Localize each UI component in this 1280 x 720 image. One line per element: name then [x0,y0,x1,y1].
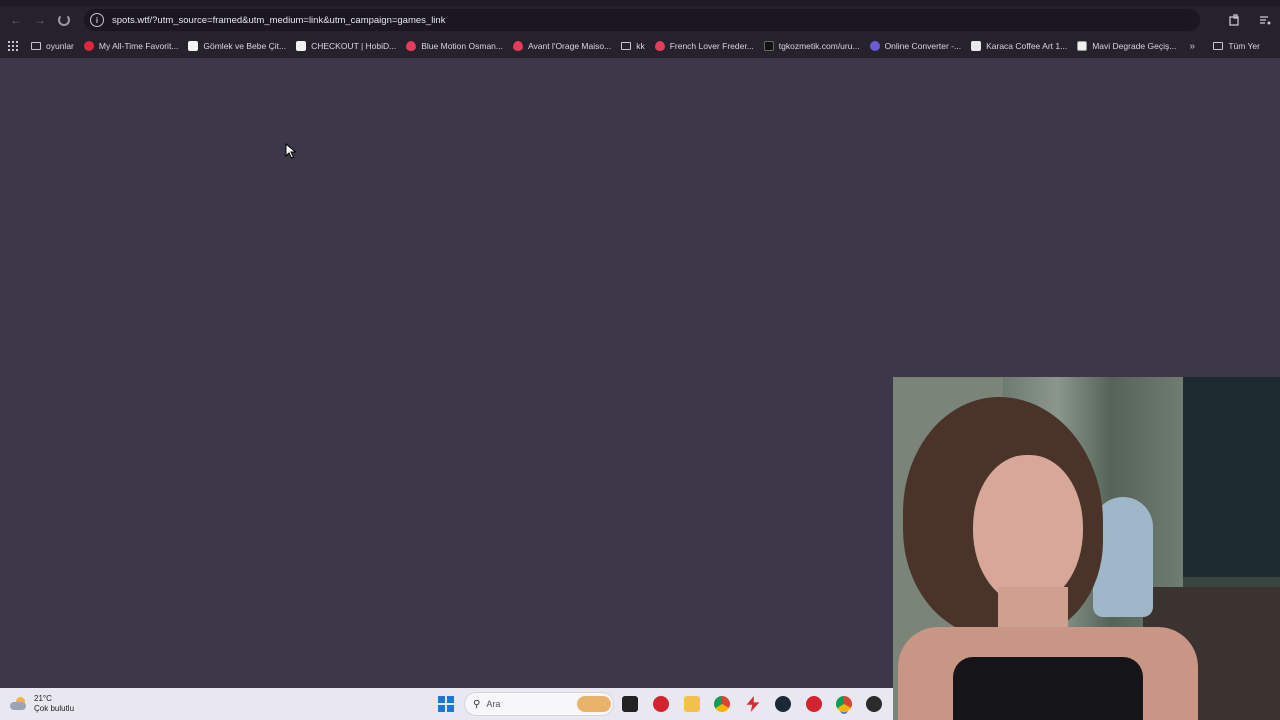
bookmark-label: Karaca Coffee Art 1... [986,41,1068,51]
folder-icon [621,42,632,50]
site-favicon-icon [296,41,307,51]
bookmark-item[interactable]: tgkozmetik.com/uru... [759,34,865,58]
bookmark-label: Mavi Degrade Geçiş... [1092,41,1177,51]
all-bookmarks-button[interactable]: Tüm Yer [1203,41,1260,51]
media-control-icon[interactable] [1250,6,1280,34]
coffee-icon [971,41,982,51]
youtube-icon [83,41,94,51]
address-bar[interactable]: i spots.wtf/?utm_source=framed&utm_mediu… [84,9,1200,31]
bookmark-item[interactable]: CHECKOUT | HobiD... [291,34,401,58]
bookmark-item[interactable]: kk [616,34,650,58]
bookmark-item[interactable]: Gömlek ve Bebe Çit... [183,34,291,58]
chrome-icon[interactable] [714,696,730,712]
bookmark-item[interactable]: Blue Motion Osman... [401,34,508,58]
folder-icon [31,42,41,50]
bookmark-item[interactable]: French Lover Freder... [650,34,759,58]
search-highlight-image [577,696,611,712]
task-view-icon[interactable] [622,696,638,712]
apps-grid-icon[interactable] [0,34,26,58]
bookmarks-overflow-icon[interactable]: » [1181,41,1203,52]
bookmark-label: Online Converter -... [884,41,962,51]
mouse-cursor-icon [285,143,297,159]
bookmark-label: Avant l'Orage Maiso... [527,41,612,51]
file-explorer-icon[interactable] [684,696,700,712]
bookmark-label: kk [636,41,645,51]
url-text[interactable]: spots.wtf/?utm_source=framed&utm_medium=… [112,15,445,26]
extensions-icon[interactable] [1220,6,1250,34]
partly-cloudy-icon [10,697,28,711]
bookmark-item[interactable]: oyunlar [26,34,79,58]
lightning-icon[interactable] [746,696,760,712]
bookmark-item[interactable]: My All-Time Favorit... [79,34,184,58]
site-favicon-icon [763,41,774,51]
bookmark-label: tgkozmetik.com/uru... [778,41,860,51]
site-favicon-icon [1077,41,1088,51]
heart-icon [406,41,417,51]
app-red-icon[interactable] [653,696,669,712]
loading-spinner-icon[interactable] [58,14,70,26]
browser-toolbar: ← → i spots.wtf/?utm_source=framed&utm_m… [0,6,1280,34]
taskbar-search-input[interactable]: ⚲ Ara [464,692,614,716]
bookmarks-bar: oyunlar My All-Time Favorit... Gömlek ve… [0,34,1280,58]
bookmark-label: Gömlek ve Bebe Çit... [203,41,287,51]
search-icon: ⚲ [473,698,481,710]
weather-widget[interactable]: 21°C Çok bulutlu [10,694,74,714]
bookmark-item[interactable]: Online Converter -... [865,34,967,58]
search-placeholder: Ara [486,699,501,709]
bookmark-label: Blue Motion Osman... [421,41,503,51]
bookmark-label: CHECKOUT | HobiD... [311,41,397,51]
taskbar: 21°C Çok bulutlu ⚲ Ara [0,688,893,720]
bookmark-item[interactable]: Avant l'Orage Maiso... [508,34,616,58]
folder-icon [1213,42,1224,50]
bookmark-item[interactable]: Mavi Degrade Geçiş... [1072,34,1181,58]
heart-icon [654,41,665,51]
site-favicon-icon [188,41,199,51]
steam-icon[interactable] [775,696,791,712]
chrome-active-icon[interactable] [836,696,852,712]
bookmark-label: oyunlar [46,41,74,51]
converter-icon [869,41,880,51]
bookmark-label: My All-Time Favorit... [98,41,179,51]
forward-arrow-icon[interactable]: → [28,8,52,32]
windows-start-icon[interactable] [438,696,454,712]
all-bookmarks-label: Tüm Yer [1228,41,1260,51]
bookmark-item[interactable]: Karaca Coffee Art 1... [966,34,1072,58]
weather-temperature: 21°C [34,694,52,703]
heart-icon [512,41,523,51]
app-dark-icon[interactable] [866,696,882,712]
back-arrow-icon[interactable]: ← [4,8,28,32]
site-info-icon[interactable]: i [90,13,104,27]
app-red-2-icon[interactable] [806,696,822,712]
bookmark-label: French Lover Freder... [669,41,754,51]
webcam-overlay [893,377,1280,720]
weather-description: Çok bulutlu [34,704,75,713]
